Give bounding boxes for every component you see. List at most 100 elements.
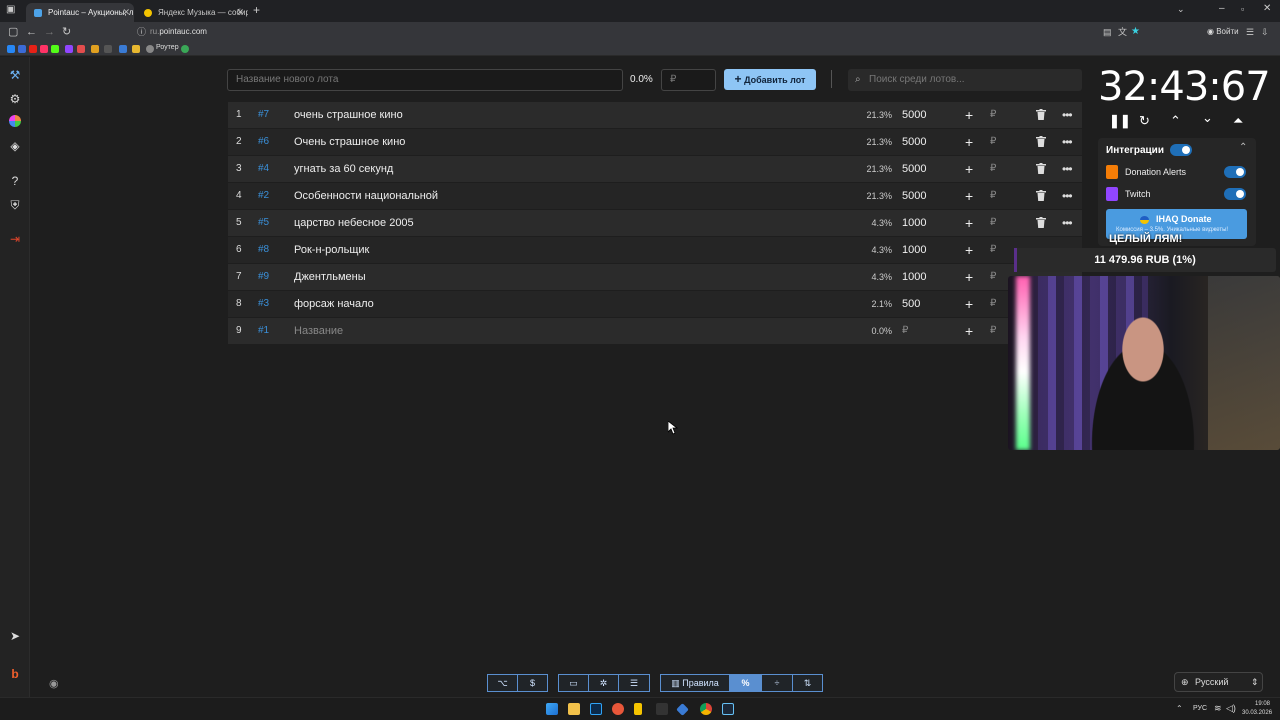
plus-icon[interactable]: + [965, 210, 973, 236]
tray-lang[interactable]: РУС [1193, 705, 1207, 712]
reader-icon[interactable]: ▤ [1103, 25, 1112, 39]
rub-input[interactable]: ₽ [990, 129, 996, 155]
pause-icon[interactable]: ❚❚ [1109, 113, 1131, 129]
plus-icon[interactable]: + [965, 156, 973, 182]
lot-id[interactable]: #7 [258, 102, 269, 128]
globe-icon[interactable] [146, 45, 154, 53]
layers-icon[interactable]: ◈ [8, 139, 22, 153]
gear-icon[interactable]: ⚙ [8, 92, 22, 106]
lot-name[interactable]: Рок-н-рольщик [294, 237, 369, 263]
bookmarks-icon[interactable]: ☰ [1246, 25, 1254, 39]
add-lot-button[interactable]: + Добавить лот [724, 69, 816, 90]
lot-row[interactable]: 5 #5 царство небесное 2005 4.3% 1000 + ₽ ••• [228, 210, 1082, 236]
lot-id[interactable]: #1 [258, 318, 269, 344]
bookmark-kick-icon[interactable] [51, 45, 59, 53]
rules-button[interactable]: ▥ Правила [660, 674, 730, 692]
github-button[interactable]: ⌥ [487, 674, 518, 692]
bookmark-youtube-icon[interactable] [29, 45, 37, 53]
lot-amount[interactable]: 5000 [902, 183, 926, 209]
lot-row[interactable]: 1 #7 очень страшное кино 21.3% 5000 + ₽ ••• [228, 102, 1082, 128]
bookmark-icon[interactable] [119, 45, 127, 53]
app-icon[interactable] [676, 703, 689, 716]
lot-name[interactable]: форсаж начало [294, 291, 374, 317]
reset-icon[interactable]: ↻ [1139, 113, 1150, 129]
lot-row[interactable]: 4 #2 Особенности национальной 21.3% 5000 + ₽ ••… [228, 183, 1082, 209]
currency-button[interactable]: $ [517, 674, 548, 692]
downloads-icon[interactable]: ⇩ [1261, 25, 1269, 39]
shield-icon[interactable]: ⛨ [8, 198, 22, 212]
logout-icon[interactable]: ⇥ [8, 232, 22, 246]
bookmark-chrome-icon[interactable] [181, 45, 189, 53]
tab-pointauc[interactable]: Pointauc – Аукционы, лотерея ✕ [26, 3, 134, 22]
wheel-icon[interactable] [8, 115, 22, 129]
lot-name[interactable]: Очень страшное кино [294, 129, 405, 155]
boosty-icon[interactable]: b [8, 667, 22, 681]
site-info-icon[interactable]: ⓘ [137, 25, 146, 39]
trash-icon[interactable] [1036, 190, 1046, 201]
chevron-down-icon[interactable]: ⌄ [1177, 4, 1185, 15]
twitch-toggle[interactable] [1224, 188, 1246, 200]
app-icon[interactable] [634, 703, 642, 715]
auction-hammer-icon[interactable]: ⚒ [8, 68, 22, 82]
rub-input[interactable]: ₽ [990, 102, 996, 128]
firefox-icon[interactable] [612, 703, 624, 715]
more-icon[interactable]: ••• [1062, 102, 1073, 128]
maximize-button[interactable]: ▫ [1241, 4, 1244, 14]
integrations-toggle[interactable] [1170, 144, 1192, 156]
bookmark-star-icon[interactable] [132, 45, 140, 53]
lot-amount[interactable]: 1000 [902, 264, 926, 290]
lot-amount[interactable]: 5000 [902, 129, 926, 155]
wifi-icon[interactable]: ≋ [1214, 703, 1222, 714]
lot-id[interactable]: #8 [258, 237, 269, 263]
lot-amount[interactable]: ₽ [902, 318, 908, 344]
telegram-icon[interactable]: ➤ [8, 629, 22, 643]
url-field[interactable]: ru.pointauc.com [150, 27, 207, 36]
signin-button[interactable]: ◉ Войти [1207, 27, 1239, 36]
star-icon[interactable]: ★ [1131, 25, 1140, 39]
lot-name[interactable]: Название [294, 318, 343, 344]
lot-row[interactable]: 6 #8 Рок-н-рольщик 4.3% 1000 + ₽ [228, 237, 1082, 263]
bookmark-router[interactable]: Роутер [156, 44, 179, 51]
bookmark-icon[interactable] [91, 45, 99, 53]
tab-yandex-music[interactable]: Яндекс Музыка — собирае ✕ [136, 3, 248, 22]
clock-time[interactable]: 19:08 [1255, 701, 1270, 707]
eye-icon[interactable]: ◉ [49, 677, 59, 690]
lot-name[interactable]: Особенности национальной [294, 183, 438, 209]
lot-row[interactable]: 9 #1 Название 0.0% ₽ + ₽ [228, 318, 1082, 344]
rub-input[interactable]: ₽ [990, 156, 996, 182]
steam-icon[interactable] [722, 703, 734, 715]
lot-amount-input[interactable]: ₽ [661, 69, 716, 91]
donation-alerts-toggle[interactable] [1224, 166, 1246, 178]
chrome-icon[interactable] [700, 703, 712, 715]
close-icon[interactable]: ✕ [122, 3, 130, 22]
rub-input[interactable]: ₽ [990, 264, 996, 290]
close-icon[interactable]: ✕ [236, 3, 244, 22]
lot-amount[interactable]: 500 [902, 291, 920, 317]
percent-button[interactable]: % [729, 674, 762, 692]
trash-icon[interactable] [1036, 136, 1046, 147]
lot-row[interactable]: 8 #3 форсаж начало 2.1% 500 + ₽ [228, 291, 1082, 317]
lot-amount[interactable]: 5000 [902, 102, 926, 128]
bookmark-icon[interactable] [40, 45, 48, 53]
sidebar-toggle-icon[interactable]: ▢ [8, 25, 18, 39]
lot-amount[interactable]: 1000 [902, 210, 926, 236]
chevron-up-icon[interactable]: ⌃ [1239, 142, 1247, 153]
chevron-down-icon[interactable]: ⌄ [1202, 110, 1213, 126]
reload-icon[interactable]: ↻ [62, 25, 71, 39]
plus-icon[interactable]: + [965, 237, 973, 263]
rub-input[interactable]: ₽ [990, 291, 996, 317]
rub-input[interactable]: ₽ [990, 237, 996, 263]
lot-id[interactable]: #4 [258, 156, 269, 182]
double-chevron-up-icon[interactable]: ⏶ [1233, 113, 1243, 129]
photoshop-icon[interactable] [590, 703, 602, 715]
more-icon[interactable]: ••• [1062, 156, 1073, 182]
lot-id[interactable]: #5 [258, 210, 269, 236]
bookmark-icon[interactable] [104, 45, 112, 53]
plus-icon[interactable]: + [965, 264, 973, 290]
tray-chevron-icon[interactable]: ⌃ [1176, 704, 1183, 713]
bookmark-icon[interactable] [77, 45, 85, 53]
back-icon[interactable]: ← [26, 25, 37, 39]
plus-icon[interactable]: + [965, 102, 973, 128]
rub-input[interactable]: ₽ [990, 210, 996, 236]
rub-input[interactable]: ₽ [990, 318, 996, 344]
